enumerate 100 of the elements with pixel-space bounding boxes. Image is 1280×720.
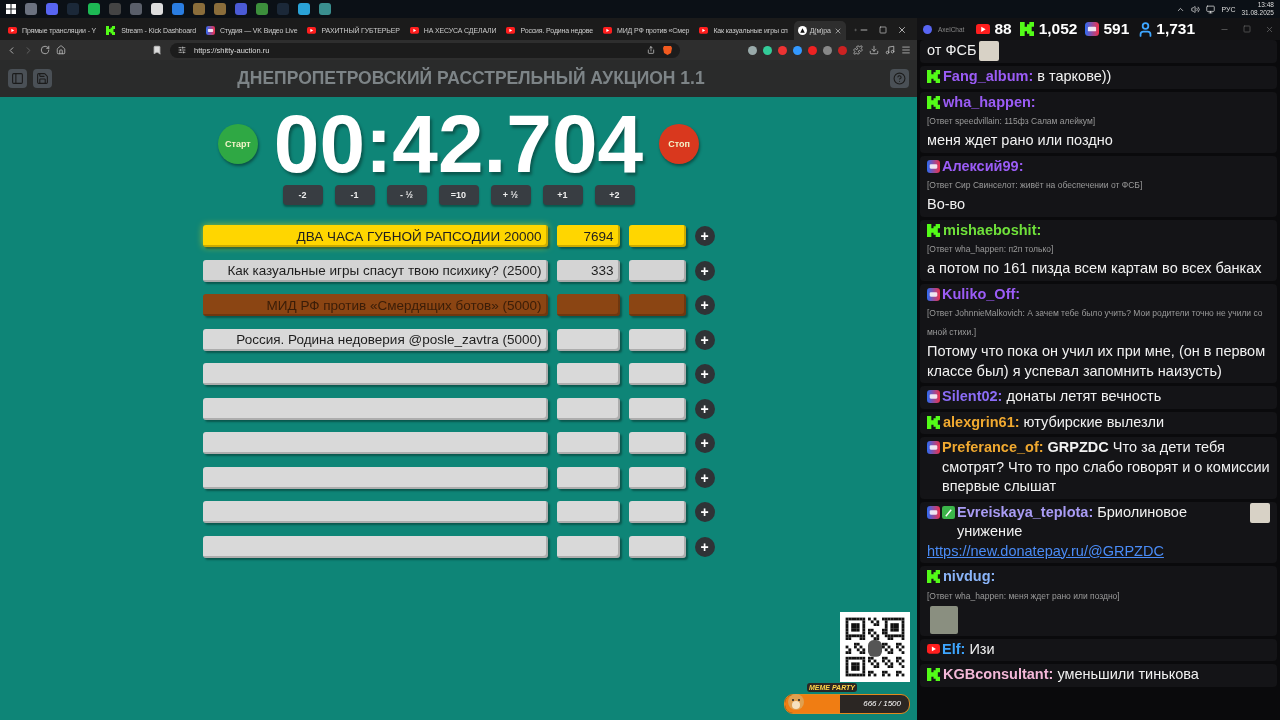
amount-field[interactable] [556, 501, 620, 523]
author-name[interactable]: Kuliko_Off: [942, 284, 1021, 304]
time-adjust-button[interactable]: + ½ [490, 185, 531, 205]
youtube-icon [307, 27, 317, 34]
live-badge-icon [927, 505, 940, 519]
close-icon[interactable] [897, 25, 907, 35]
add-button[interactable]: + [694, 536, 715, 557]
music-icon[interactable] [885, 45, 895, 55]
time-adjust-button[interactable]: +2 [594, 185, 635, 205]
reload-icon[interactable] [40, 45, 50, 55]
extra-field[interactable] [628, 294, 686, 316]
time-adjust-button[interactable]: =10 [438, 185, 479, 205]
lot-name-field[interactable]: Как казуальные игры спасут твою психику? (2500) [202, 259, 548, 282]
amount-field[interactable]: 333 [556, 259, 620, 282]
donation-link[interactable]: https://new.donatepay.ru/@GRPZDC [927, 542, 1164, 559]
add-button[interactable]: + [694, 502, 715, 522]
lot-name-field[interactable]: ДВА ЧАСА ГУБНОЙ РАПСОДИИ 20000 [202, 225, 548, 247]
amount-field[interactable] [556, 432, 620, 454]
chat-message: Silent02: донаты летят вечность [942, 387, 1162, 406]
share-icon[interactable] [647, 46, 655, 54]
amount-field[interactable]: 7694 [556, 225, 620, 247]
extra-field[interactable] [628, 501, 686, 523]
lot-name-field[interactable] [202, 501, 548, 523]
extra-field[interactable] [628, 363, 686, 385]
live-badge-icon [927, 441, 940, 455]
home-icon[interactable] [56, 45, 66, 55]
kick-logo-icon [927, 95, 940, 109]
speaker-icon[interactable] [1191, 4, 1201, 14]
amount-field[interactable] [556, 328, 620, 351]
reply-quote: [Ответ Сир Свинселот: живёт на обеспечении от ФСБ] [927, 179, 1144, 192]
maximize-icon[interactable] [1243, 24, 1251, 33]
add-button[interactable]: + [694, 398, 715, 419]
youtube-icon [927, 644, 940, 655]
extra-field[interactable] [628, 259, 686, 282]
extra-field[interactable] [628, 466, 686, 489]
extensions-icon[interactable] [853, 45, 863, 55]
kick-logo-icon [106, 26, 116, 35]
monitor-icon[interactable] [1206, 4, 1216, 14]
kick-logo-icon [927, 415, 940, 429]
extra-field[interactable] [628, 225, 686, 247]
menu-icon[interactable] [901, 45, 911, 55]
windows-logo-icon[interactable] [6, 4, 16, 14]
youtube-icon [976, 23, 991, 35]
chat-bubble-icon [923, 24, 932, 34]
add-button[interactable]: + [694, 260, 715, 281]
time-adjust-button[interactable]: -1 [334, 185, 375, 205]
close-icon[interactable] [833, 26, 842, 35]
download-icon[interactable] [869, 45, 879, 55]
extra-field[interactable] [628, 432, 686, 454]
add-button[interactable]: + [694, 329, 715, 350]
app-icon[interactable] [151, 3, 163, 15]
message-text: а потом по 161 пизда всем картам во всех банках [927, 260, 1262, 276]
author-name[interactable]: wha_happen: [943, 92, 1036, 112]
extra-field[interactable] [628, 535, 686, 558]
time-adjust-button[interactable]: +1 [542, 185, 583, 205]
time-adjust-button[interactable]: - ½ [386, 185, 427, 205]
qr-code-drawing [840, 612, 910, 682]
bookmark-icon[interactable] [152, 45, 162, 55]
app-icon[interactable] [298, 3, 310, 15]
live-badge-icon [1085, 22, 1100, 36]
author-name[interactable]: Алексий99: [942, 156, 1024, 176]
lot-name-field[interactable] [202, 432, 548, 454]
amount-field[interactable] [556, 363, 620, 385]
add-button[interactable]: + [694, 295, 715, 315]
reply-quote: [Ответ speedvillain: 115фз Салам алейкум] [927, 115, 1097, 128]
viewer-count: 591 [1103, 20, 1130, 38]
lot-name-field[interactable] [202, 397, 548, 420]
viewer-count: 1,052 [1038, 20, 1078, 38]
progress-count: 666 / 1500 [861, 699, 903, 709]
youtube-icon [409, 27, 419, 34]
lion-shield-icon[interactable] [663, 45, 672, 55]
chat-message: alexgrin61: ютубирские вылезли [943, 412, 1164, 432]
add-button[interactable]: + [694, 226, 715, 246]
lot-name-field[interactable] [202, 466, 548, 489]
add-button[interactable]: + [694, 364, 715, 384]
chat-message: Fang_album: в таркове)) [943, 67, 1112, 86]
lot-name-field[interactable] [202, 363, 548, 385]
kick-logo-icon [927, 70, 940, 84]
author-name[interactable]: mishaeboshit: [943, 220, 1042, 240]
amount-field[interactable] [556, 397, 620, 420]
kick-logo-icon [1019, 22, 1034, 36]
extra-field[interactable] [628, 397, 686, 420]
live-badge-icon [205, 26, 215, 35]
message-text: Потому что пока он учил их при мне, (он в первом классе был) я успевал запомнить наизусть) [927, 343, 1266, 379]
extra-field[interactable] [628, 328, 686, 351]
lot-name-field[interactable] [202, 535, 548, 558]
amount-field[interactable] [556, 294, 620, 316]
amount-field[interactable] [556, 466, 620, 489]
add-button[interactable]: + [694, 433, 715, 453]
page-title: ДНЕПРОПЕТРОВСКИЙ РАССТРЕЛЬНЫЙ АУКЦИОН 1.1 [236, 68, 706, 89]
add-button[interactable]: + [694, 467, 715, 488]
stop-button[interactable]: Стоп [659, 123, 700, 164]
author-name[interactable]: nivdug: [943, 567, 996, 587]
amount-field[interactable] [556, 535, 620, 558]
chat-message: Evreiskaya_teplota: Бриолиновое унижение [957, 502, 1188, 541]
lot-name-field[interactable]: Россия. Родина недоверия @posle_zavtra (5000) [202, 328, 548, 351]
time-adjust-button[interactable]: -2 [282, 185, 323, 205]
viewer-count: 1,731 [1156, 20, 1196, 38]
app-icon[interactable] [88, 3, 100, 15]
site-settings-icon[interactable] [178, 46, 186, 54]
